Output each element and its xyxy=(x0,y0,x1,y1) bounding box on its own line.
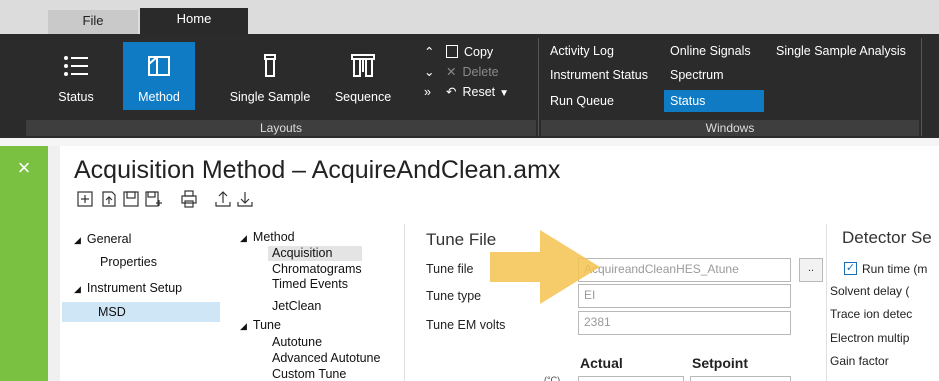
tune-file-label: Tune file xyxy=(426,262,474,276)
tree-msd[interactable]: MSD xyxy=(62,302,220,322)
vial-icon xyxy=(264,54,276,77)
upload-icon[interactable] xyxy=(214,190,232,208)
group-divider xyxy=(538,38,539,136)
caret-expanded-icon: ◢ xyxy=(240,233,247,243)
copy-button[interactable]: Copy xyxy=(446,42,493,62)
windows-group-label: Windows xyxy=(541,120,919,136)
vials-icon xyxy=(351,54,375,77)
scroll-down-icon[interactable]: ⌄ xyxy=(424,62,434,82)
tree-label: General xyxy=(86,232,132,246)
tree-label: Method xyxy=(252,230,295,244)
tune-file-field[interactable]: AcquireandCleanHES_Atune xyxy=(578,258,791,282)
tree-custom-tune[interactable]: Custom Tune xyxy=(272,367,346,381)
tree-jetclean[interactable]: JetClean xyxy=(272,299,321,314)
pane-divider xyxy=(404,224,405,381)
close-icon[interactable]: × xyxy=(14,157,34,179)
window-activity-log[interactable]: Activity Log xyxy=(544,40,620,62)
tree-method[interactable]: ◢ Method xyxy=(240,228,295,246)
tree-autotune[interactable]: Autotune xyxy=(272,335,322,350)
tune-type-label: Tune type xyxy=(426,289,482,303)
caret-expanded-icon: ◢ xyxy=(74,284,81,294)
print-icon[interactable] xyxy=(180,190,198,208)
tune-type-field[interactable]: EI xyxy=(578,284,791,308)
save-icon[interactable] xyxy=(122,190,140,208)
delete-button[interactable]: ✕ Delete xyxy=(446,62,499,82)
browse-button[interactable]: .. xyxy=(799,258,823,282)
undo-icon: ↶ xyxy=(446,85,457,99)
window-status[interactable]: Status xyxy=(664,90,764,112)
tree-chromatograms[interactable]: Chromatograms xyxy=(272,262,362,277)
reset-label: Reset xyxy=(462,85,496,99)
unit-label: (°C) xyxy=(544,375,561,381)
caret-expanded-icon: ◢ xyxy=(74,235,81,245)
layouts-group-label: Layouts xyxy=(26,120,536,136)
run-time-checkbox[interactable]: ✓ xyxy=(844,262,857,275)
tree-properties[interactable]: Properties xyxy=(100,253,157,271)
method-icon xyxy=(148,56,170,76)
trace-ion-label: Trace ion detec xyxy=(830,307,913,321)
tune-em-volts-field[interactable]: 2381 xyxy=(578,311,791,335)
copy-icon xyxy=(446,45,458,58)
spacer xyxy=(0,138,939,146)
delete-label: Delete xyxy=(462,65,499,79)
solvent-delay-label: Solvent delay ( xyxy=(830,284,910,298)
window-instrument-status[interactable]: Instrument Status xyxy=(544,64,654,86)
setpoint-field[interactable] xyxy=(690,376,791,381)
tree-instrument-setup[interactable]: ◢ Instrument Setup xyxy=(74,279,182,297)
window-spectrum[interactable]: Spectrum xyxy=(664,64,730,86)
side-bar xyxy=(0,146,48,381)
tree-acquisition[interactable]: Acquisition xyxy=(268,246,362,261)
download-icon[interactable] xyxy=(236,190,254,208)
copy-label: Copy xyxy=(464,45,494,59)
ribbon-tab-strip: File Home xyxy=(0,0,939,34)
tune-file-heading: Tune File xyxy=(426,230,497,249)
tree-general[interactable]: ◢ General xyxy=(74,230,131,248)
save-as-icon[interactable] xyxy=(144,190,162,208)
run-time-label: Run time (m xyxy=(862,262,928,276)
caret-expanded-icon: ◢ xyxy=(240,321,247,331)
window-online-signals[interactable]: Online Signals xyxy=(664,40,757,62)
window-single-sample-analysis[interactable]: Single Sample Analysis xyxy=(770,40,912,62)
page-title: Acquisition Method – AcquireAndClean.amx xyxy=(74,156,561,184)
window-run-queue[interactable]: Run Queue xyxy=(544,90,620,112)
method-button[interactable]: Method xyxy=(123,42,195,110)
chevron-down-icon: ▼ xyxy=(499,88,510,99)
sequence-button[interactable]: Sequence xyxy=(324,42,402,110)
open-icon[interactable] xyxy=(100,190,118,208)
actual-header: Actual xyxy=(580,355,623,371)
setpoint-header: Setpoint xyxy=(692,355,748,371)
tree-tune[interactable]: ◢ Tune xyxy=(240,316,281,334)
detector-heading: Detector Se xyxy=(842,228,932,247)
callout-arrow-icon xyxy=(490,230,600,304)
new-icon[interactable] xyxy=(76,190,94,208)
method-label: Method xyxy=(138,90,180,104)
tree-label: Tune xyxy=(252,318,281,332)
status-label: Status xyxy=(58,90,94,104)
single-sample-button[interactable]: Single Sample xyxy=(224,42,316,110)
list-icon xyxy=(64,56,88,76)
group-divider xyxy=(921,38,922,136)
pane-divider xyxy=(826,224,827,381)
reset-button[interactable]: ↶ Reset ▼ xyxy=(446,82,509,102)
tune-em-volts-label: Tune EM volts xyxy=(426,318,506,332)
actual-field[interactable] xyxy=(578,376,684,381)
gain-factor-label: Gain factor xyxy=(830,354,889,368)
tree-label: Instrument Setup xyxy=(86,281,183,295)
tab-home[interactable]: Home xyxy=(140,8,248,34)
tab-file[interactable]: File xyxy=(48,10,138,34)
ribbon: Status Method Single Sample Sequence ⌃ ⌄… xyxy=(0,34,939,138)
expand-icon[interactable]: » xyxy=(424,82,431,102)
electron-multiplier-label: Electron multip xyxy=(830,331,910,345)
status-button[interactable]: Status xyxy=(40,42,112,110)
scroll-up-icon[interactable]: ⌃ xyxy=(424,42,434,62)
tree-advanced-autotune[interactable]: Advanced Autotune xyxy=(272,351,380,366)
tree-timed-events[interactable]: Timed Events xyxy=(272,277,348,292)
sequence-label: Sequence xyxy=(334,90,392,104)
single-sample-label: Single Sample xyxy=(229,90,311,104)
delete-icon: ✕ xyxy=(446,65,457,79)
